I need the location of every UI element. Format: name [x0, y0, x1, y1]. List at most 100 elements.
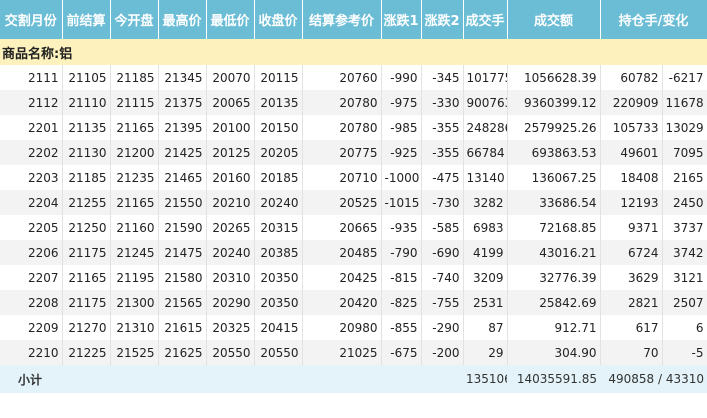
table-row[interactable]: 2209 21270 21310 21615 20325 20415 20980 -855 -2…: [0, 315, 707, 340]
cell-change1: -975: [381, 90, 422, 115]
cell-settle-ref: 21025: [302, 340, 382, 365]
col-header-close[interactable]: 收盘价: [254, 0, 303, 39]
cell-prev-settle: 21135: [62, 115, 111, 140]
cell-delivery-month: 2112: [0, 90, 63, 115]
cell-turnover: 32776.39: [507, 265, 601, 290]
cell-turnover: 1056628.39: [507, 65, 601, 90]
cell-turnover: 693863.53: [507, 140, 601, 165]
cell-prev-settle: 21185: [62, 165, 111, 190]
table-row[interactable]: 2206 21175 21245 21475 20240 20385 20485 -790 -6…: [0, 240, 707, 265]
col-header-prev-settle[interactable]: 前结算: [62, 0, 111, 39]
cell-change2: -585: [421, 215, 464, 240]
section-label: 商品名称:铝: [0, 39, 707, 65]
cell-change2: -730: [421, 190, 464, 215]
cell-oi-change: 11678: [662, 90, 707, 115]
cell-high: 21580: [158, 265, 207, 290]
cell-delivery-month: 2204: [0, 190, 63, 215]
subtotal-open-interest: 490858 / 43310: [600, 365, 707, 393]
cell-open: 21200: [110, 140, 159, 165]
cell-delivery-month: 2201: [0, 115, 63, 140]
cell-turnover: 2579925.26: [507, 115, 601, 140]
cell-close: 20350: [254, 265, 303, 290]
cell-low: 20100: [206, 115, 255, 140]
cell-change2: -475: [421, 165, 464, 190]
table-header-row: 交割月份 前结算 今开盘 最高价 最低价 收盘价 结算参考价 涨跌1 涨跌2 成…: [0, 0, 707, 39]
cell-open: 21115: [110, 90, 159, 115]
cell-close: 20240: [254, 190, 303, 215]
cell-close: 20315: [254, 215, 303, 240]
cell-change1: -935: [381, 215, 422, 240]
table-row[interactable]: 2205 21250 21160 21590 20265 20315 20665 -935 -5…: [0, 215, 707, 240]
subtotal-volume: 1351068: [463, 365, 507, 393]
cell-change2: -740: [421, 265, 464, 290]
cell-volume: 101775: [463, 65, 508, 90]
cell-open: 21300: [110, 290, 159, 315]
cell-volume: 4199: [463, 240, 508, 265]
cell-high: 21425: [158, 140, 207, 165]
col-header-turnover[interactable]: 成交额: [507, 0, 601, 39]
cell-open-interest: 9371: [600, 215, 663, 240]
col-header-high[interactable]: 最高价: [158, 0, 207, 39]
col-header-open[interactable]: 今开盘: [110, 0, 159, 39]
cell-close: 20415: [254, 315, 303, 340]
col-header-settle-ref[interactable]: 结算参考价: [302, 0, 382, 39]
cell-volume: 6983: [463, 215, 508, 240]
cell-change2: -290: [421, 315, 464, 340]
cell-open-interest: 60782: [600, 65, 663, 90]
cell-close: 20135: [254, 90, 303, 115]
table-row[interactable]: 2201 21135 21165 21395 20100 20150 20780 -985 -3…: [0, 115, 707, 140]
cell-close: 20385: [254, 240, 303, 265]
table-row[interactable]: 2112 21110 21115 21375 20065 20135 20780 -975 -3…: [0, 90, 707, 115]
cell-oi-change: 7095: [662, 140, 707, 165]
cell-delivery-month: 2210: [0, 340, 63, 365]
col-header-delivery-month[interactable]: 交割月份: [0, 0, 63, 39]
cell-open: 21165: [110, 190, 159, 215]
cell-prev-settle: 21225: [62, 340, 111, 365]
cell-delivery-month: 2208: [0, 290, 63, 315]
subtotal-label: 小计: [0, 365, 463, 393]
col-header-volume[interactable]: 成交手: [463, 0, 508, 39]
cell-prev-settle: 21110: [62, 90, 111, 115]
futures-quote-table: 交割月份 前结算 今开盘 最高价 最低价 收盘价 结算参考价 涨跌1 涨跌2 成…: [0, 0, 707, 393]
table-row[interactable]: 2208 21175 21300 21565 20290 20350 20420 -825 -7…: [0, 290, 707, 315]
cell-turnover: 912.71: [507, 315, 601, 340]
cell-volume: 3209: [463, 265, 508, 290]
cell-change1: -675: [381, 340, 422, 365]
cell-turnover: 43016.21: [507, 240, 601, 265]
cell-volume: 87: [463, 315, 508, 340]
cell-change1: -855: [381, 315, 422, 340]
cell-change2: -330: [421, 90, 464, 115]
table-row[interactable]: 2202 21130 21200 21425 20125 20205 20775 -925 -3…: [0, 140, 707, 165]
col-header-change1[interactable]: 涨跌1: [381, 0, 422, 39]
cell-open-interest: 105733: [600, 115, 663, 140]
table-row[interactable]: 2210 21225 21525 21625 20550 20550 21025 -675 -2…: [0, 340, 707, 365]
cell-turnover: 304.90: [507, 340, 601, 365]
cell-volume: 29: [463, 340, 508, 365]
cell-open-interest: 220909: [600, 90, 663, 115]
cell-low: 20210: [206, 190, 255, 215]
table-row[interactable]: 2207 21165 21195 21580 20310 20350 20425 -815 -7…: [0, 265, 707, 290]
table-row[interactable]: 2111 21105 21185 21345 20070 20115 20760 -990 -3…: [0, 65, 707, 90]
cell-change1: -1000: [381, 165, 422, 190]
cell-change1: -990: [381, 65, 422, 90]
cell-settle-ref: 20710: [302, 165, 382, 190]
table-row[interactable]: 2203 21185 21235 21465 20160 20185 20710 -1000-…: [0, 165, 707, 190]
cell-oi-change: 2165: [662, 165, 707, 190]
table-row[interactable]: 2204 21255 21165 21550 20210 20240 20525 -1015-…: [0, 190, 707, 215]
col-header-low[interactable]: 最低价: [206, 0, 255, 39]
cell-oi-change: -6217: [662, 65, 707, 90]
cell-low: 20065: [206, 90, 255, 115]
cell-open: 21235: [110, 165, 159, 190]
cell-turnover: 33686.54: [507, 190, 601, 215]
cell-turnover: 136067.25: [507, 165, 601, 190]
cell-prev-settle: 21270: [62, 315, 111, 340]
cell-volume: 2531: [463, 290, 508, 315]
cell-settle-ref: 20485: [302, 240, 382, 265]
col-header-change2[interactable]: 涨跌2: [421, 0, 464, 39]
cell-change2: -355: [421, 115, 464, 140]
cell-high: 21590: [158, 215, 207, 240]
cell-volume: 13140: [463, 165, 508, 190]
col-header-open-interest[interactable]: 持仓手/变化: [600, 0, 707, 39]
cell-oi-change: 6: [662, 315, 707, 340]
cell-high: 21550: [158, 190, 207, 215]
